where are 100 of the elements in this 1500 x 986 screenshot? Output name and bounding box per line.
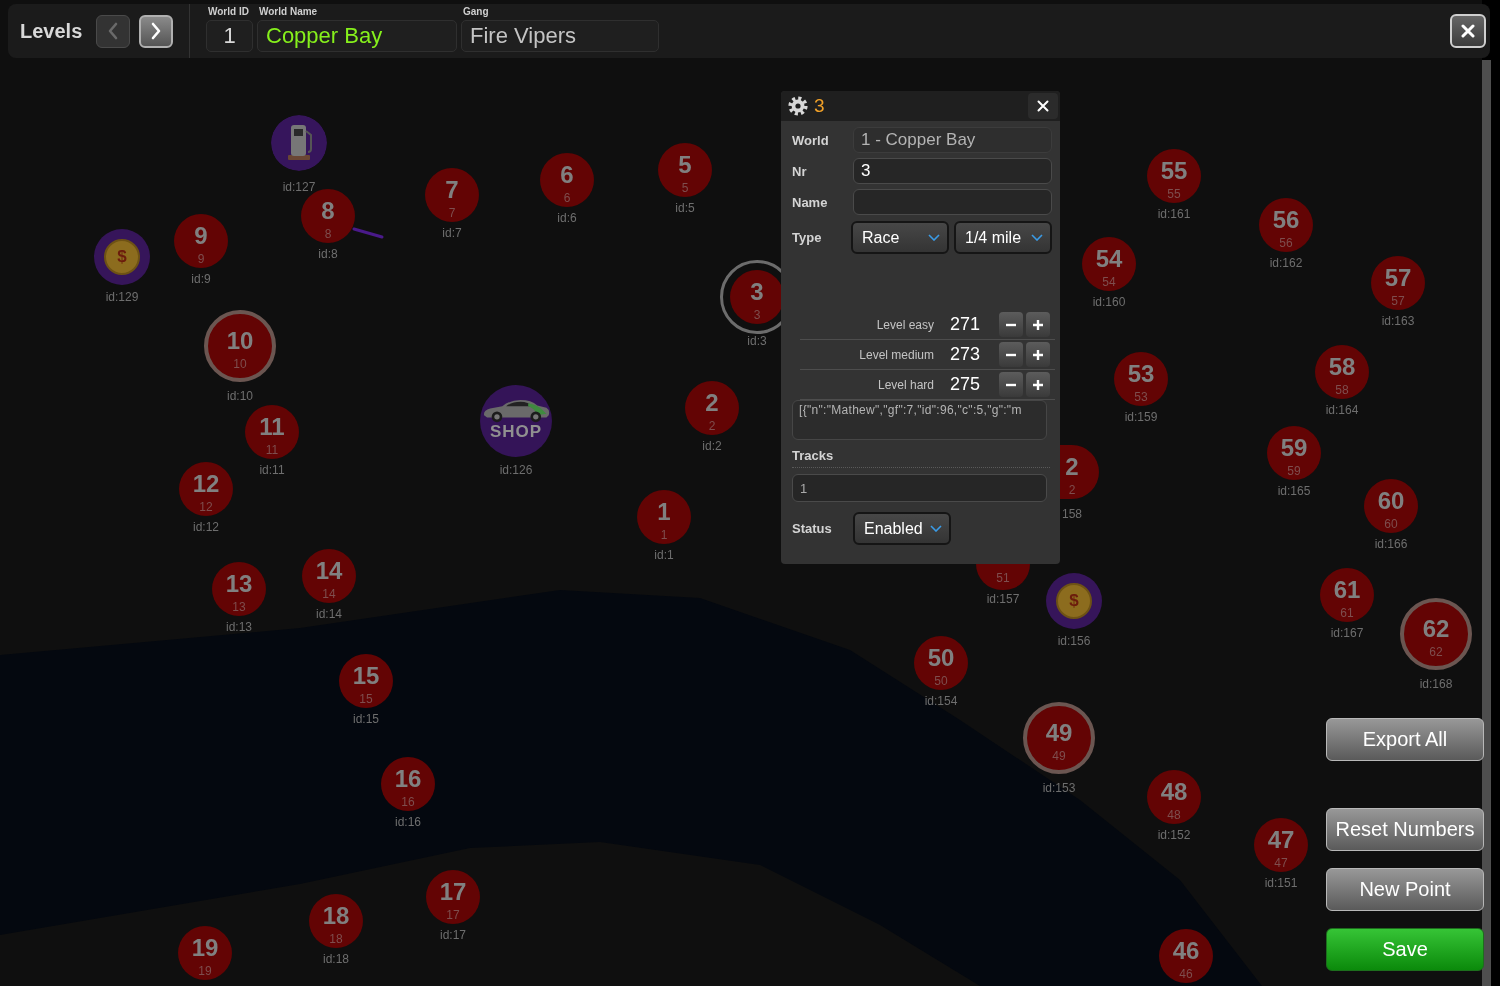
action-button[interactable]: New Point xyxy=(1326,868,1484,911)
level-marker[interactable]: 7 7 xyxy=(425,168,479,222)
shop-marker[interactable]: SHOP xyxy=(480,385,552,457)
level-marker[interactable]: 1 1 xyxy=(637,490,691,544)
level-marker[interactable]: 11 11 xyxy=(245,405,299,459)
level-marker[interactable]: 48 48 xyxy=(1147,770,1201,824)
decrement-button[interactable] xyxy=(999,342,1023,367)
plus-icon xyxy=(1033,349,1043,360)
level-marker[interactable]: 17 17 xyxy=(426,870,480,924)
level-marker[interactable]: 51 xyxy=(976,564,1030,590)
marker-id-label: id:7 xyxy=(442,227,462,239)
marker-subnumber: 2 xyxy=(1068,484,1076,496)
world-id-field[interactable]: 1 xyxy=(206,20,253,52)
marker-id-label: id:164 xyxy=(1325,404,1359,416)
plus-icon xyxy=(1033,319,1043,330)
json-textarea[interactable]: [{"n":"Mathew","gf":7,"id":96,"c":5,"g":"m xyxy=(792,400,1047,440)
marker-number: 54 xyxy=(1095,246,1123,272)
chevron-left-icon xyxy=(107,22,119,40)
level-marker[interactable]: 50 50 xyxy=(914,636,968,690)
fuel-pump-icon[interactable] xyxy=(271,115,327,171)
world-name-field[interactable]: Copper Bay xyxy=(257,20,457,52)
decrement-button[interactable] xyxy=(999,312,1023,337)
scrollbar[interactable] xyxy=(1482,60,1491,986)
text-field[interactable] xyxy=(853,189,1052,215)
marker-number: 48 xyxy=(1160,779,1188,805)
marker-subnumber: 8 xyxy=(324,228,332,240)
marker-number: 9 xyxy=(194,223,208,249)
marker-subnumber: 58 xyxy=(1335,384,1349,396)
close-button[interactable] xyxy=(1450,14,1486,48)
increment-button[interactable] xyxy=(1026,372,1050,397)
level-label: Level hard xyxy=(876,377,934,392)
marker-subnumber: 16 xyxy=(401,796,415,808)
level-marker[interactable]: 2 2 xyxy=(1060,445,1099,499)
level-marker[interactable]: 54 54 xyxy=(1082,237,1136,291)
level-marker[interactable]: 49 49 xyxy=(1023,702,1095,774)
marker-number: 62 xyxy=(1422,616,1450,642)
field-label: Type xyxy=(792,230,823,245)
field-label: Status xyxy=(792,521,833,536)
coin-marker[interactable]: $ xyxy=(94,229,150,285)
text-field[interactable]: 3 xyxy=(853,158,1052,184)
marker-number: 57 xyxy=(1384,265,1412,291)
marker-number: 10 xyxy=(226,328,254,354)
marker-id-label: 158 xyxy=(1062,508,1082,520)
level-marker[interactable]: 62 62 xyxy=(1400,598,1472,670)
level-marker[interactable]: 57 57 xyxy=(1371,256,1425,310)
field-label: World Name xyxy=(258,7,319,17)
level-marker[interactable]: 53 53 xyxy=(1114,352,1168,406)
level-marker[interactable]: 59 59 xyxy=(1267,426,1321,480)
text-field[interactable]: 1 - Copper Bay xyxy=(853,127,1052,153)
marker-subnumber: 46 xyxy=(1179,968,1193,980)
level-marker[interactable]: 61 61 xyxy=(1320,568,1374,622)
dropdown[interactable]: Race xyxy=(851,221,949,254)
level-marker[interactable]: 13 13 xyxy=(212,562,266,616)
marker-number: 11 xyxy=(259,414,285,440)
level-marker[interactable]: 12 12 xyxy=(179,462,233,516)
dropdown[interactable]: 1/4 mile xyxy=(954,221,1052,254)
gang-field[interactable]: Fire Vipers xyxy=(461,20,659,52)
dialog-title: 3 xyxy=(814,95,825,117)
level-marker[interactable]: 19 19 xyxy=(178,926,232,980)
level-marker[interactable]: 10 10 xyxy=(204,310,276,382)
marker-number: 15 xyxy=(352,663,380,689)
marker-number: 8 xyxy=(321,198,335,224)
tracks-field[interactable]: 1 xyxy=(792,474,1047,502)
chevron-down-icon xyxy=(928,234,940,241)
marker-id-label: id:17 xyxy=(440,929,466,941)
level-marker[interactable]: 58 58 xyxy=(1315,345,1369,399)
marker-number: 56 xyxy=(1272,207,1300,233)
marker-id-label: id:11 xyxy=(259,464,285,476)
action-button[interactable]: Export All xyxy=(1326,718,1484,761)
level-marker[interactable]: 2 2 xyxy=(685,381,739,435)
marker-subnumber: 6 xyxy=(563,192,571,204)
decrement-button[interactable] xyxy=(999,372,1023,397)
dropdown[interactable]: Enabled xyxy=(853,512,951,545)
marker-number: 7 xyxy=(445,177,459,203)
action-button[interactable]: Save xyxy=(1326,928,1484,971)
marker-subnumber: 18 xyxy=(329,933,343,945)
close-button[interactable] xyxy=(1028,93,1058,119)
coin-marker[interactable]: $ xyxy=(1046,573,1102,629)
level-marker[interactable]: 56 56 xyxy=(1259,198,1313,252)
increment-button[interactable] xyxy=(1026,312,1050,337)
marker-number: 17 xyxy=(439,879,467,905)
marker-id-label: id:168 xyxy=(1419,678,1453,690)
level-marker[interactable]: 18 18 xyxy=(309,894,363,948)
level-marker[interactable]: 6 6 xyxy=(540,153,594,207)
next-button[interactable] xyxy=(139,14,173,48)
level-marker[interactable]: 47 47 xyxy=(1254,818,1308,872)
level-label: Level easy xyxy=(875,317,934,332)
level-marker[interactable]: 60 60 xyxy=(1364,479,1418,533)
increment-button[interactable] xyxy=(1026,342,1050,367)
marker-id-label: id:15 xyxy=(353,713,379,725)
marker-id-label: id:3 xyxy=(747,335,767,347)
marker-number: 19 xyxy=(191,935,219,961)
level-marker[interactable]: 55 55 xyxy=(1147,149,1201,203)
field-label: World xyxy=(792,132,830,148)
gear-icon xyxy=(788,96,808,116)
level-marker[interactable]: 5 5 xyxy=(658,143,712,197)
action-button[interactable]: Reset Numbers xyxy=(1326,808,1484,851)
level-marker[interactable]: 9 9 xyxy=(174,214,228,268)
level-marker[interactable]: 14 14 xyxy=(302,549,356,603)
marker-id-label: id:8 xyxy=(318,248,338,260)
